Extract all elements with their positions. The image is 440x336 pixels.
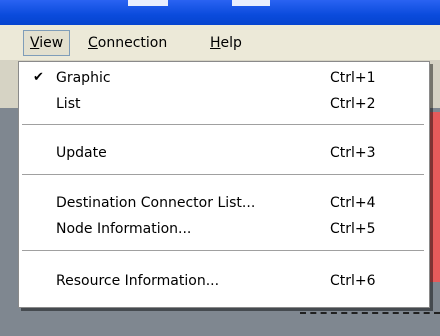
menubar: View Connection Help <box>0 25 440 61</box>
dashed-line <box>300 312 440 314</box>
menu-item-label: Update <box>56 145 107 161</box>
menu-item-update[interactable]: Update Ctrl+3 <box>19 142 429 164</box>
window-titlebar <box>0 0 440 25</box>
menu-item-graphic[interactable]: ✔ Graphic Ctrl+1 <box>19 67 429 89</box>
titlebar-fragment <box>128 0 168 6</box>
menu-item-resource-information[interactable]: Resource Information... Ctrl+6 <box>19 270 429 292</box>
menu-help[interactable]: Help <box>204 31 248 55</box>
menu-item-node-information[interactable]: Node Information... Ctrl+5 <box>19 218 429 240</box>
menu-item-shortcut: Ctrl+1 <box>330 70 376 86</box>
menu-item-shortcut: Ctrl+5 <box>330 221 376 237</box>
menu-view[interactable]: View <box>22 30 71 56</box>
menu-help-label: elp <box>220 35 242 51</box>
menu-item-shortcut: Ctrl+4 <box>330 195 376 211</box>
menu-separator <box>22 250 424 252</box>
menu-connection[interactable]: Connection <box>82 31 173 55</box>
menu-item-destination-connector-list[interactable]: Destination Connector List... Ctrl+4 <box>19 192 429 214</box>
menu-item-label: Node Information... <box>56 221 192 237</box>
menu-item-shortcut: Ctrl+3 <box>330 145 376 161</box>
menu-item-shortcut: Ctrl+6 <box>330 273 376 289</box>
menu-item-label: Destination Connector List... <box>56 195 256 211</box>
menu-separator <box>22 174 424 176</box>
view-menu-dropdown: ✔ Graphic Ctrl+1 List Ctrl+2 Update Ctrl… <box>18 61 430 308</box>
menu-item-list[interactable]: List Ctrl+2 <box>19 93 429 115</box>
menu-item-label: Resource Information... <box>56 273 220 289</box>
red-panel-edge <box>430 112 440 282</box>
menu-separator <box>22 124 424 126</box>
menu-view-accel: V <box>30 35 40 51</box>
titlebar-fragment <box>232 0 270 6</box>
menu-item-label: Graphic <box>56 70 111 86</box>
menu-connection-label: onnection <box>97 35 168 51</box>
menu-view-label: iew <box>39 35 64 51</box>
menu-item-shortcut: Ctrl+2 <box>330 96 376 112</box>
menu-item-label: List <box>56 96 81 112</box>
menu-help-accel: H <box>210 35 221 51</box>
menu-connection-accel: C <box>88 35 98 51</box>
checkmark-icon: ✔ <box>33 70 44 85</box>
